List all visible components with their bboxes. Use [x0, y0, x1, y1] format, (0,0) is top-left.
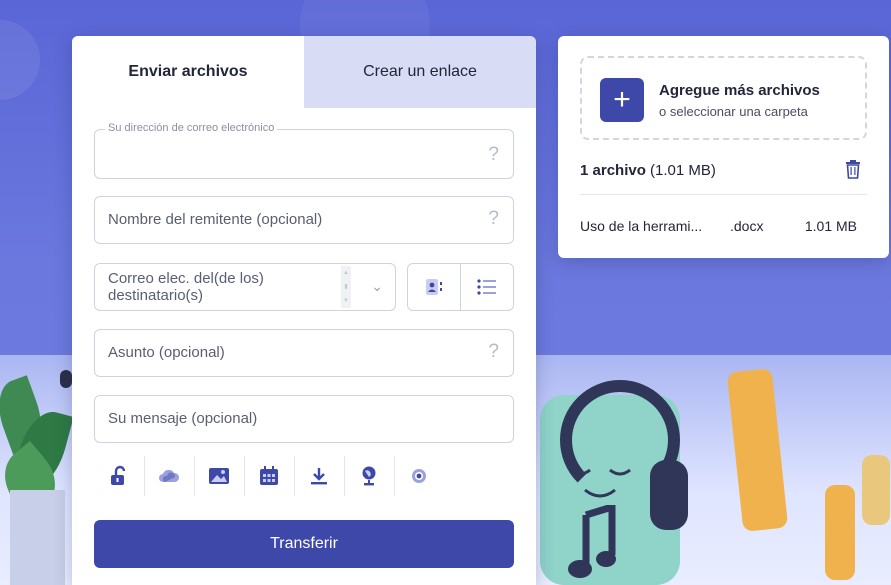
select-folder-link[interactable]: o seleccionar una carpeta	[659, 104, 808, 119]
tab-send-files[interactable]: Enviar archivos	[72, 36, 304, 108]
files-total-size: (1.01 MB)	[650, 162, 716, 179]
tab-bar: Enviar archivos Crear un enlace	[72, 36, 536, 108]
help-icon[interactable]: ?	[488, 144, 499, 166]
list-view-button[interactable]	[460, 264, 513, 310]
download-icon	[311, 468, 328, 485]
divider	[580, 194, 867, 195]
message-field[interactable]: Su mensaje (opcional)	[94, 395, 514, 443]
preview-option-button[interactable]	[393, 456, 444, 496]
sender-name-field[interactable]: Nombre del remitente (opcional) ?	[94, 196, 514, 244]
recipients-field[interactable]: Correo elec. del(de los) destinatario(s)…	[94, 263, 396, 311]
globe-icon	[362, 466, 376, 486]
recipient-view-toggle	[407, 263, 514, 311]
subject-placeholder: Asunto (opcional)	[108, 344, 225, 361]
delete-all-button[interactable]	[845, 160, 861, 184]
tab-create-link[interactable]: Crear un enlace	[304, 36, 536, 108]
chevron-down-icon[interactable]: ⌄	[371, 278, 383, 295]
zipper-character-illustration	[862, 455, 890, 525]
email-field-label: Su dirección de correo electrónico	[105, 122, 278, 134]
plus-icon[interactable]: +	[600, 78, 644, 122]
file-size: 1.01 MB	[804, 218, 857, 234]
options-toolbar	[94, 456, 444, 496]
background-circle	[0, 20, 40, 100]
expiration-date-button[interactable]	[243, 456, 294, 496]
eye-icon	[412, 469, 427, 483]
cloud-icon	[159, 469, 180, 482]
add-files-dropzone[interactable]: + Agregue más archivos o seleccionar una…	[580, 56, 867, 140]
transfer-button[interactable]: Transferir	[94, 520, 514, 568]
trash-icon	[846, 160, 860, 179]
transfer-form-card: Enviar archivos Crear un enlace Su direc…	[72, 36, 536, 585]
recipients-scrollbar[interactable]: ▲ ▮ ▼	[341, 266, 351, 308]
sender-name-placeholder: Nombre del remitente (opcional)	[108, 211, 323, 228]
image-icon	[209, 468, 230, 484]
language-option-button[interactable]	[343, 456, 394, 496]
email-field[interactable]: Su dirección de correo electrónico ?	[94, 122, 514, 179]
list-icon	[477, 279, 496, 295]
image-option-button[interactable]	[193, 456, 244, 496]
help-icon[interactable]: ?	[488, 341, 499, 363]
contacts-view-button[interactable]	[408, 264, 460, 310]
headphones-illustration	[650, 460, 688, 530]
recipients-placeholder: Correo elec. del(de los) destinatario(s)	[108, 270, 264, 304]
password-option-button[interactable]	[94, 456, 144, 496]
file-name: Uso de la herrami...	[580, 218, 703, 234]
calendar-icon	[260, 466, 279, 485]
help-icon[interactable]: ?	[488, 208, 499, 230]
lock-icon	[110, 465, 126, 485]
download-option-button[interactable]	[293, 456, 344, 496]
file-extension: .docx	[730, 218, 764, 234]
cloud-option-button[interactable]	[143, 456, 194, 496]
files-summary: 1 archivo (1.01 MB)	[580, 162, 716, 179]
subject-field[interactable]: Asunto (opcional) ?	[94, 329, 514, 377]
files-count: 1 archivo	[580, 162, 646, 179]
music-note-illustration	[568, 505, 616, 578]
contact-card-icon	[426, 279, 442, 295]
files-panel: + Agregue más archivos o seleccionar una…	[558, 36, 889, 258]
zipper-character-illustration	[825, 485, 855, 580]
message-placeholder: Su mensaje (opcional)	[108, 410, 258, 427]
add-files-title: Agregue más archivos	[659, 82, 820, 99]
